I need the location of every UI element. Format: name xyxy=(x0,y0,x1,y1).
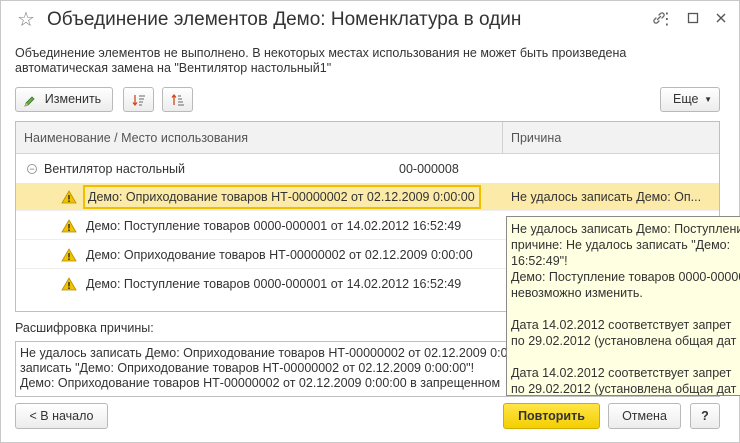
warning-icon xyxy=(61,190,77,204)
tooltip-line: Не удалось записать Демо: Поступление xyxy=(511,222,740,236)
row-document: Демо: Оприходование товаров НТ-00000002 … xyxy=(83,185,481,209)
dialog-title: Объединение элементов Демо: Номенклатура… xyxy=(47,9,522,30)
status-message: Объединение элементов не выполнено. В не… xyxy=(15,46,725,76)
tooltip-line: Дата 14.02.2012 соответствует запрет xyxy=(511,318,732,332)
warning-icon xyxy=(61,248,77,262)
tooltip-line: Демо: Поступление товаров 0000-000001 xyxy=(511,270,740,284)
details-label: Расшифровка причины: xyxy=(15,321,154,335)
sort-descending-button[interactable] xyxy=(162,87,193,112)
collapse-icon[interactable]: − xyxy=(27,164,37,174)
more-icon[interactable]: ⋮ xyxy=(657,10,677,30)
warning-icon xyxy=(61,219,77,233)
maximize-icon[interactable] xyxy=(683,10,703,30)
back-to-start-button[interactable]: < В начало xyxy=(15,403,108,429)
group-name: Вентилятор настольный xyxy=(44,162,185,176)
status-message-line-1: Объединение элементов не выполнено. В не… xyxy=(15,46,627,60)
repeat-button[interactable]: Повторить xyxy=(503,403,600,429)
tooltip-line: невозможно изменить. xyxy=(511,286,643,300)
tooltip-line: по 29.02.2012 (установлена общая дат xyxy=(511,334,737,348)
table-group-row[interactable]: − Вентилятор настольный 00-000008 xyxy=(16,155,719,183)
title-bar: ☆ Объединение элементов Демо: Номенклату… xyxy=(1,1,739,41)
pencil-icon xyxy=(23,93,37,116)
table-header: Наименование / Место использования Причи… xyxy=(16,122,719,154)
more-actions-button[interactable]: Еще ▼ xyxy=(660,87,720,112)
dialog-window: ☆ Объединение элементов Демо: Номенклату… xyxy=(0,0,740,443)
edit-button[interactable]: Изменить xyxy=(15,87,113,112)
tooltip-line: причине: Не удалось записать "Демо: xyxy=(511,238,731,252)
tooltip-line: по 29.02.2012 (установлена общая дат xyxy=(511,382,737,396)
column-header-name[interactable]: Наименование / Место использования xyxy=(24,122,248,154)
sort-ascending-icon xyxy=(131,95,147,111)
tooltip-line: 16:52:49"! xyxy=(511,254,568,268)
cancel-button[interactable]: Отмена xyxy=(608,403,681,429)
column-header-reason[interactable]: Причина xyxy=(511,122,561,154)
table-row[interactable]: Демо: Оприходование товаров НТ-00000002 … xyxy=(16,183,719,211)
help-button[interactable]: ? xyxy=(690,403,720,429)
column-separator[interactable] xyxy=(502,122,503,154)
row-document: Демо: Поступление товаров 0000-000001 от… xyxy=(86,219,462,233)
tooltip-gap xyxy=(511,301,736,317)
tooltip-line: Дата 14.02.2012 соответствует запрет xyxy=(511,366,732,380)
edit-button-label: Изменить xyxy=(44,92,102,106)
reason-tooltip: Не удалось записать Демо: Поступление пр… xyxy=(506,216,740,396)
sort-ascending-button[interactable] xyxy=(123,87,154,112)
row-reason: Не удалось записать Демо: Оп... xyxy=(511,190,702,204)
favorite-star-icon[interactable]: ☆ xyxy=(15,9,37,31)
row-document: Демо: Оприходование товаров НТ-00000002 … xyxy=(86,248,473,262)
group-code: 00-000008 xyxy=(399,162,459,176)
row-document: Демо: Поступление товаров 0000-000001 от… xyxy=(86,277,462,291)
status-message-line-2: автоматическая замена на "Вентилятор нас… xyxy=(15,61,332,75)
more-actions-label: Еще xyxy=(673,92,699,106)
warning-icon xyxy=(61,277,77,291)
close-icon[interactable] xyxy=(711,10,731,30)
tooltip-gap xyxy=(511,349,736,365)
sort-descending-icon xyxy=(170,93,186,111)
dropdown-arrow-icon: ▼ xyxy=(704,95,712,104)
row-divider xyxy=(16,210,719,211)
